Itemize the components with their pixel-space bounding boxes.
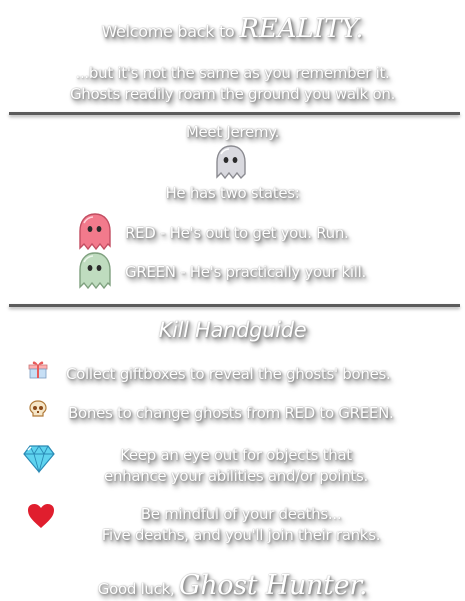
guide-giftbox-text: Collect giftboxes to reveal the ghosts' … [66,364,391,385]
state-green-label: GREEN - He's practically your kill. [125,263,366,281]
state-red-label: RED - He's out to get you. Run. [125,224,349,242]
guide-giftbox-line-1: Collect giftboxes to reveal the ghosts' … [66,365,391,383]
green-ghost-icon [79,252,111,290]
footer-brand: Ghost Hunter. [178,570,368,601]
guide-skull-line-1: Bones to change ghosts from RED to GREEN… [68,404,394,422]
state-row-red: RED - He's out to get you. Run. [0,212,465,252]
guide-skull-text: Bones to change ghosts from RED to GREEN… [68,403,394,424]
meet-text: Meet Jeremy. [185,123,280,141]
two-states-text: He has two states: [165,184,300,202]
title-prefix: Welcome back to [101,22,235,41]
giftbox-icon [28,361,48,379]
skull-icon [29,400,47,417]
footer-prefix: Good luck, [97,580,175,598]
red-ghost-icon [79,213,111,251]
divider-middle [9,304,460,307]
guide-diamond-line-2: enhance your abilities and/or points. [104,467,368,485]
kill-handguide-heading: Kill Handguide [158,318,307,342]
heart-icon [28,504,54,528]
intro-line-2: Ghosts readily roam the ground you walk … [69,85,396,103]
diamond-icon [23,445,55,474]
welcome-title: Welcome back to REALITY. [0,14,465,44]
guide-heart-text: Be mindful of your deaths... Five deaths… [76,504,406,546]
intro-text: ...but it's not the same as you remember… [0,63,465,105]
title-brand: REALITY. [239,14,364,44]
state-row-green: GREEN - He's practically your kill. [0,251,465,291]
guide-diamond-text: Keep an eye out for objects that enhance… [76,445,396,487]
guide-heart-line-1: Be mindful of your deaths... [140,505,342,523]
divider-top [9,112,460,115]
intro-line-1: ...but it's not the same as you remember… [75,64,390,82]
white-ghost-icon [216,145,246,180]
guide-heart-line-2: Five deaths, and you'll join their ranks… [101,526,381,544]
guide-diamond-line-1: Keep an eye out for objects that [120,446,352,464]
footer-text: Good luck, Ghost Hunter. [0,570,465,601]
